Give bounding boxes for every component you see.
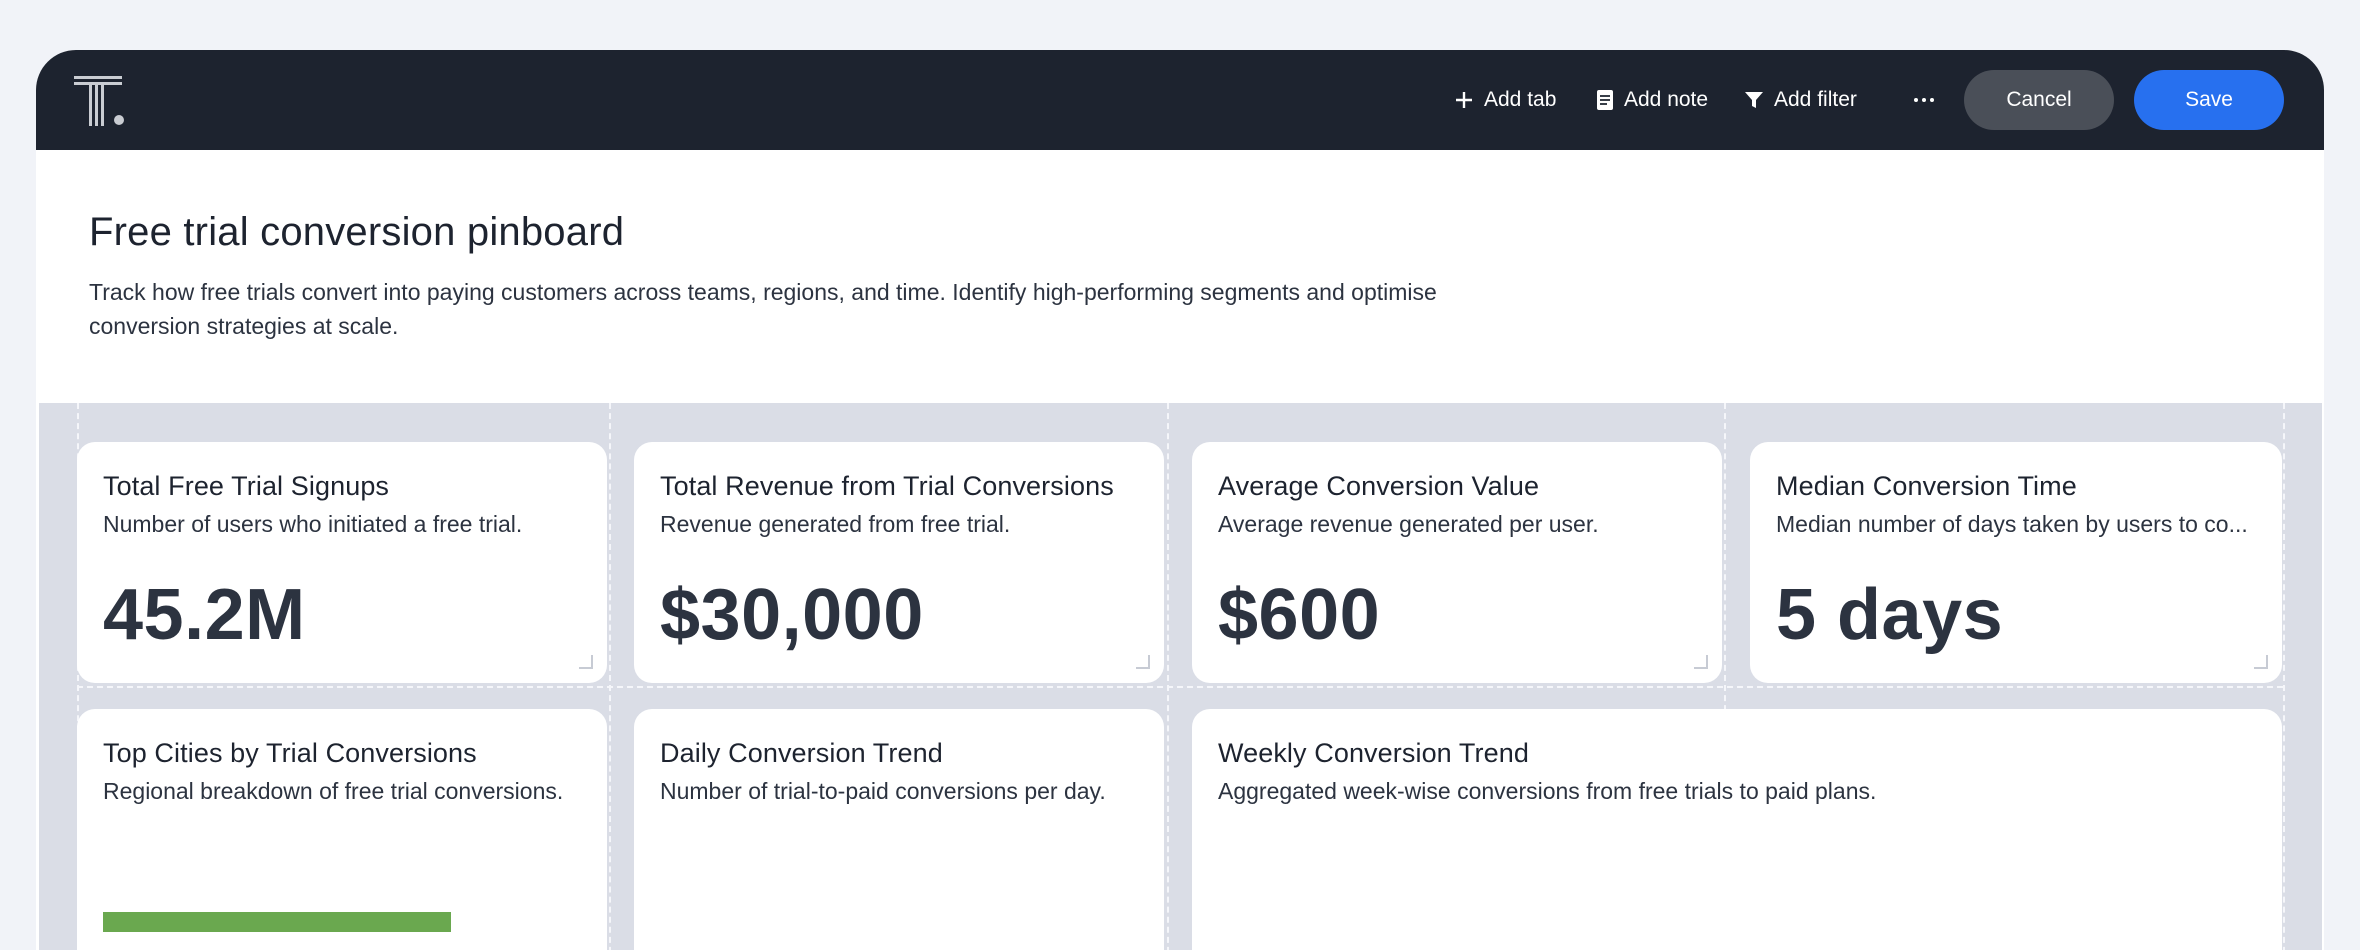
card-subtitle: Number of users who initiated a free tri… <box>103 511 523 537</box>
kpi-card-average-value[interactable]: Average Conversion Value Average revenue… <box>1192 442 1722 683</box>
page-title: Free trial conversion pinboard <box>89 210 625 254</box>
resize-handle-icon[interactable] <box>1694 655 1708 669</box>
add-filter-button[interactable]: Add filter <box>1744 80 1857 120</box>
more-options-icon[interactable] <box>1904 80 1944 120</box>
add-tab-label: Add tab <box>1484 88 1557 111</box>
card-title: Weekly Conversion Trend <box>1218 738 1529 768</box>
page-description: Track how free trials convert into payin… <box>89 279 1437 339</box>
top-toolbar: Add tab Add note Add filter Cancel Save <box>36 50 2324 150</box>
add-filter-label: Add filter <box>1774 88 1857 111</box>
card-title: Total Revenue from Trial Conversions <box>660 471 1114 501</box>
cancel-button[interactable]: Cancel <box>1964 70 2114 130</box>
pinboard-window: Add tab Add note Add filter Cancel Save … <box>36 50 2324 950</box>
resize-handle-icon[interactable] <box>2254 655 2268 669</box>
kpi-card-revenue[interactable]: Total Revenue from Trial Conversions Rev… <box>634 442 1164 683</box>
app-logo-icon[interactable] <box>74 76 126 126</box>
pinboard-canvas: Total Free Trial Signups Number of users… <box>39 403 2322 950</box>
kpi-card-median-time[interactable]: Median Conversion Time Median number of … <box>1750 442 2282 683</box>
save-button[interactable]: Save <box>2134 70 2284 130</box>
card-title: Average Conversion Value <box>1218 471 1540 501</box>
kpi-value: 45.2M <box>103 575 306 655</box>
card-subtitle: Average revenue generated per user. <box>1218 511 1599 537</box>
note-icon <box>1597 90 1613 110</box>
card-title: Total Free Trial Signups <box>103 471 390 501</box>
kpi-card-signups[interactable]: Total Free Trial Signups Number of users… <box>77 442 607 683</box>
resize-handle-icon[interactable] <box>579 655 593 669</box>
card-title: Median Conversion Time <box>1776 471 2077 501</box>
card-title: Top Cities by Trial Conversions <box>103 738 477 768</box>
card-subtitle: Regional breakdown of free trial convers… <box>103 778 564 804</box>
card-subtitle: Aggregated week-wise conversions from fr… <box>1218 778 1877 804</box>
kpi-value: $600 <box>1218 575 1381 655</box>
filter-icon <box>1745 92 1763 108</box>
chart-card-weekly-trend[interactable]: Weekly Conversion Trend Aggregated week-… <box>1192 709 2282 950</box>
grid-guide <box>77 686 2283 688</box>
add-tab-button[interactable]: Add tab <box>1454 80 1556 120</box>
chart-card-daily-trend[interactable]: Daily Conversion Trend Number of trial-t… <box>634 709 1164 950</box>
card-subtitle: Median number of days taken by users to … <box>1776 511 2248 537</box>
grid-guide <box>1167 403 1169 950</box>
grid-guide <box>609 403 611 950</box>
add-note-button[interactable]: Add note <box>1596 80 1708 120</box>
plus-icon <box>1456 92 1472 108</box>
kpi-value: 5 days <box>1776 575 2004 655</box>
add-note-label: Add note <box>1624 88 1709 111</box>
card-subtitle: Revenue generated from free trial. <box>660 511 1011 537</box>
chart-card-top-cities[interactable]: Top Cities by Trial Conversions Regional… <box>77 709 607 950</box>
card-title: Daily Conversion Trend <box>660 738 943 768</box>
resize-handle-icon[interactable] <box>1136 655 1150 669</box>
kpi-value: $30,000 <box>660 575 924 655</box>
card-subtitle: Number of trial-to-paid conversions per … <box>660 778 1106 804</box>
chart-bar[interactable] <box>103 912 451 932</box>
grid-guide <box>2283 403 2285 950</box>
